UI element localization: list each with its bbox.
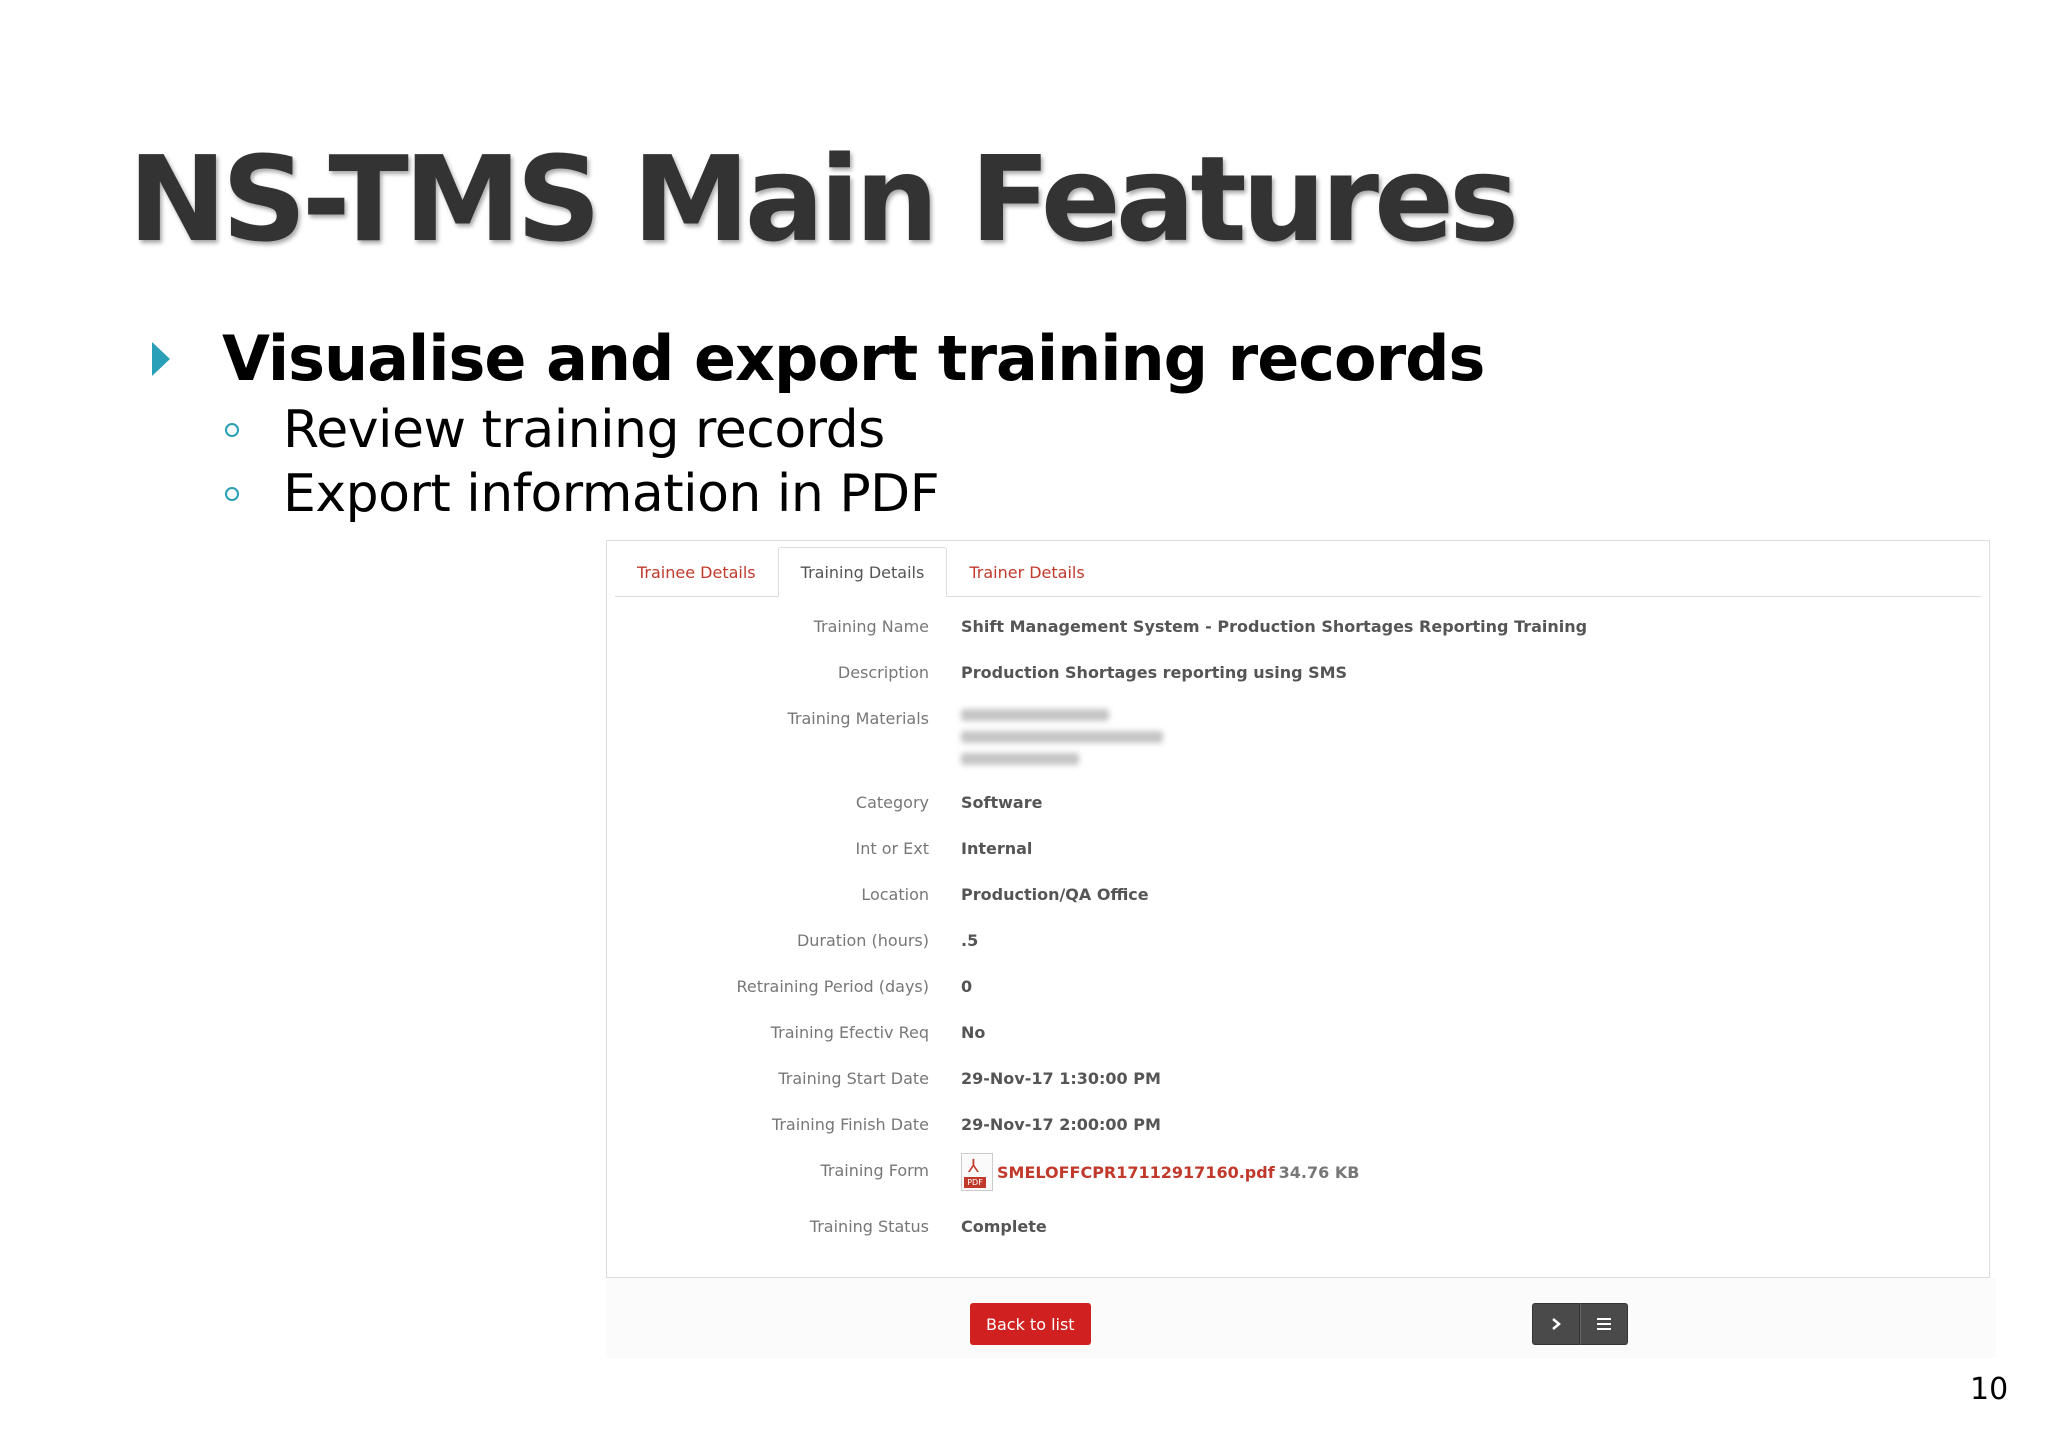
field-value: Complete (961, 1217, 1047, 1236)
sub-bullet-review: Review training records (225, 400, 885, 460)
back-to-list-button[interactable]: Back to list (970, 1303, 1091, 1345)
field-label: Training Efectiv Req (770, 1023, 929, 1042)
pdf-download-link[interactable]: SMELOFFCPR17112917160.pdf (997, 1163, 1275, 1182)
panel-footer (606, 1278, 1996, 1358)
slide-title: NS-TMS Main Features (128, 130, 1519, 268)
field-value: 29-Nov-17 1:30:00 PM (961, 1069, 1161, 1088)
chevron-right-icon[interactable] (1532, 1303, 1580, 1345)
sub-bullet-text: Review training records (283, 400, 885, 460)
field-value: Production Shortages reporting using SMS (961, 663, 1348, 682)
field-value: Software (961, 793, 1043, 812)
field-value: Shift Management System - Production Sho… (961, 617, 1588, 636)
page-number: 10 (1970, 1372, 2009, 1407)
blurred-line (961, 709, 1109, 721)
training-form-file: ⅄ PDF SMELOFFCPR17112917160.pdf 34.76 KB (961, 1153, 1359, 1191)
field-value: 0 (961, 977, 973, 996)
field-label: Retraining Period (days) (736, 977, 929, 996)
tab-bar: Trainee Details Training Details Trainer… (607, 541, 1989, 597)
field-value: No (961, 1023, 986, 1042)
field-label: Training Form (820, 1161, 929, 1180)
blurred-line (961, 753, 1079, 765)
field-value: Internal (961, 839, 1033, 858)
field-label: Duration (hours) (796, 931, 929, 950)
field-label: Training Materials (787, 709, 929, 728)
pdf-file-size: 34.76 KB (1278, 1162, 1360, 1182)
blurred-line (961, 731, 1163, 743)
main-bullet: Visualise and export training records (152, 322, 1485, 395)
main-bullet-text: Visualise and export training records (222, 322, 1485, 395)
field-label: Training Finish Date (771, 1115, 929, 1134)
record-nav-group (1532, 1303, 1628, 1345)
field-label: Training Start Date (778, 1069, 929, 1088)
training-details-panel: Trainee Details Training Details Trainer… (606, 540, 1990, 1278)
pdf-file-icon[interactable]: ⅄ PDF (961, 1153, 993, 1191)
field-label: Int or Ext (855, 839, 929, 858)
field-label: Category (855, 793, 929, 812)
tab-trainer-details[interactable]: Trainer Details (947, 547, 1106, 597)
field-label: Training Status (809, 1217, 929, 1236)
field-value: .5 (961, 931, 979, 950)
field-value: 29-Nov-17 2:00:00 PM (961, 1115, 1161, 1134)
field-label: Training Name (813, 617, 929, 636)
field-value: Production/QA Office (961, 885, 1149, 904)
circle-bullet-icon (225, 487, 239, 501)
field-label: Location (861, 885, 929, 904)
tab-trainee-details[interactable]: Trainee Details (615, 547, 778, 597)
field-label: Description (837, 663, 929, 682)
list-menu-icon[interactable] (1580, 1303, 1628, 1345)
sub-bullet-text: Export information in PDF (283, 464, 940, 524)
pdf-tag: PDF (964, 1177, 986, 1188)
tab-training-details[interactable]: Training Details (777, 547, 948, 597)
blurred-materials (961, 709, 1163, 775)
circle-bullet-icon (225, 423, 239, 437)
triangle-bullet-icon (152, 341, 170, 376)
sub-bullet-export: Export information in PDF (225, 464, 940, 524)
acrobat-glyph-icon: ⅄ (968, 1156, 979, 1177)
